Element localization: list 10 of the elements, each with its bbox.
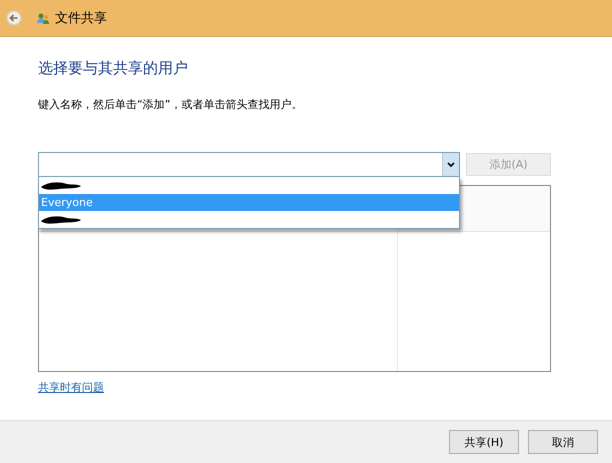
- window-title: 文件共享: [55, 10, 107, 27]
- redaction-mark: [39, 180, 83, 192]
- instruction-text: 键入名称，然后单击“添加”，或者单击箭头查找用户。: [38, 97, 304, 112]
- redaction-mark: [39, 214, 83, 226]
- users-icon: [36, 11, 50, 25]
- cancel-button[interactable]: 取消: [528, 430, 598, 454]
- help-link[interactable]: 共享时有问题: [38, 380, 104, 395]
- heading: 选择要与其共享的用户: [38, 59, 189, 78]
- back-arrow-icon[interactable]: [6, 10, 22, 26]
- share-button[interactable]: 共享(H): [449, 430, 519, 454]
